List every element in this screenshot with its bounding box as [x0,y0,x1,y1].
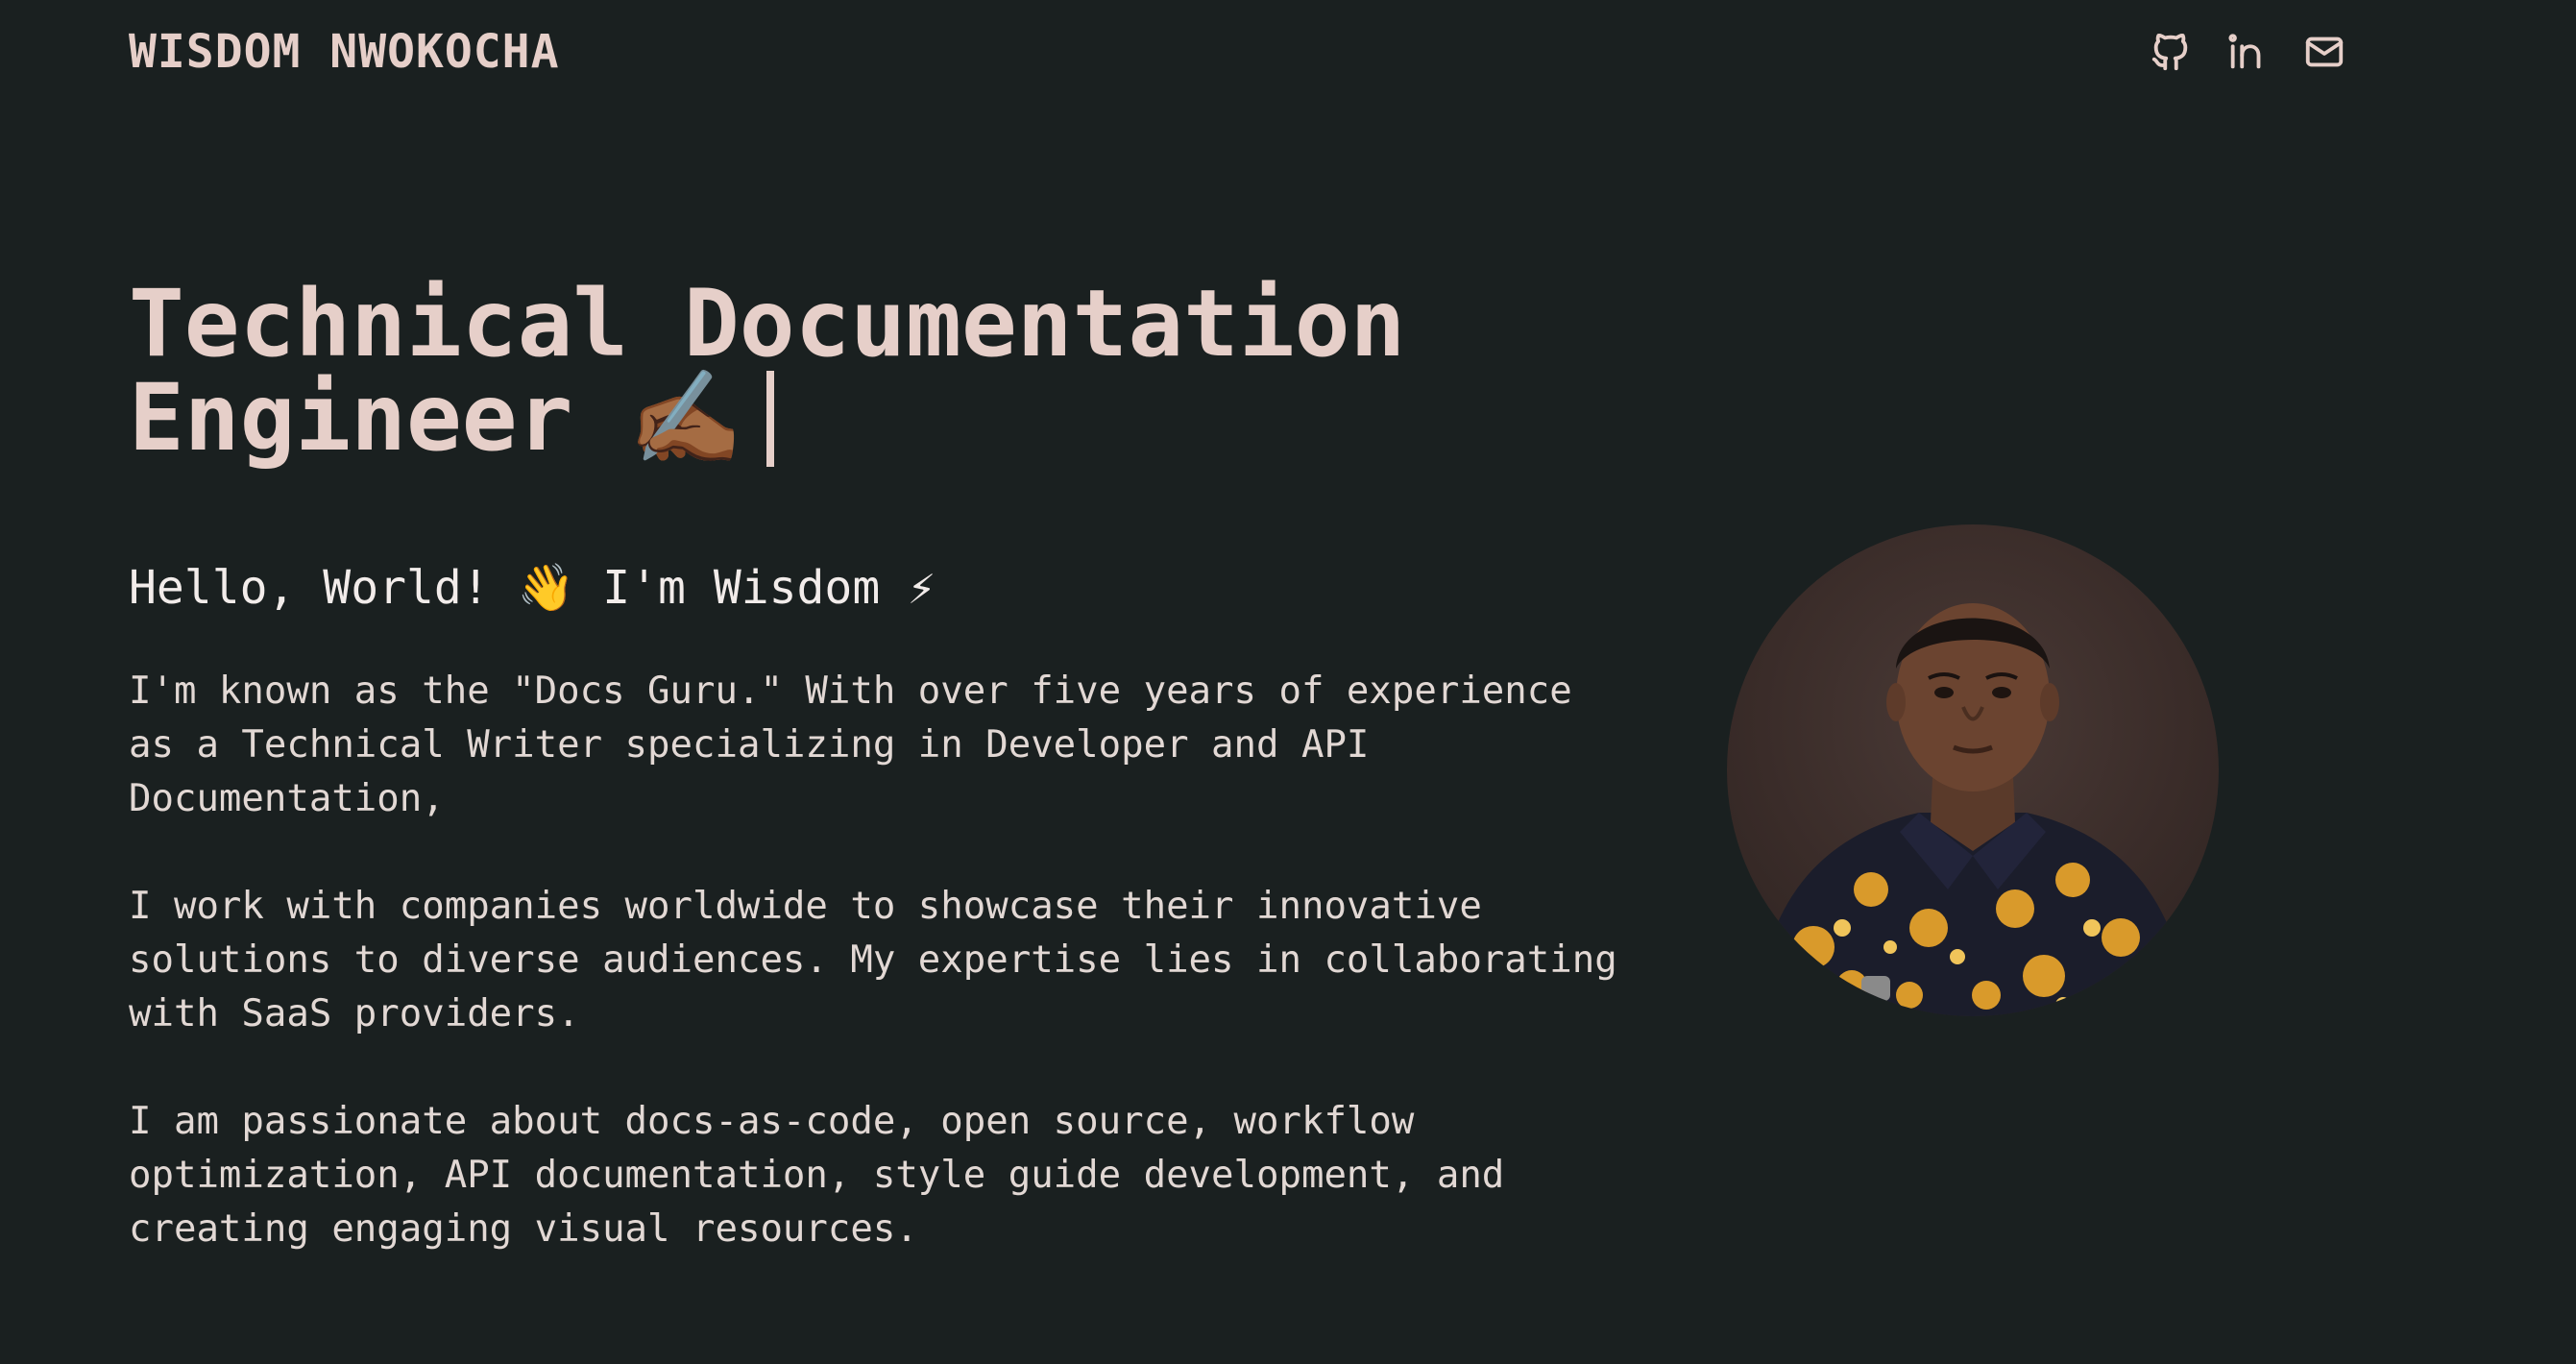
greeting: Hello, World! 👋 I'm Wisdom ⚡ [129,561,936,615]
social-links [2148,27,2347,77]
github-link[interactable] [2148,27,2194,77]
mail-icon [2305,37,2344,67]
writing-hand-icon: ✍🏾 [628,364,743,472]
profile-photo [1727,524,2219,1016]
hero-title-line2: Engineer ✍🏾 [129,371,1665,467]
bio-paragraph: I work with companies worldwide to showc… [129,885,1617,1035]
hero-title: Technical Documentation Engineer ✍🏾 [129,277,1665,467]
typing-cursor [766,371,774,467]
github-icon [2151,33,2188,71]
portrait-illustration [1756,603,2190,1016]
bio: I'm known as the "Docs Guru." With over … [129,665,1627,1310]
linkedin-link[interactable] [2224,27,2271,77]
bio-paragraph: I'm known as the "Docs Guru." With over … [129,670,1572,820]
linkedin-icon [2228,34,2261,69]
site-header: WISDOM NWOKOCHA [129,0,2344,106]
site-brand[interactable]: WISDOM NWOKOCHA [129,25,559,79]
bio-paragraph: I am passionate about docs-as-code, open… [129,1100,1505,1251]
hero-title-word: Engineer [129,364,573,472]
hero-title-line1: Technical Documentation [129,270,1406,378]
email-link[interactable] [2301,27,2347,77]
